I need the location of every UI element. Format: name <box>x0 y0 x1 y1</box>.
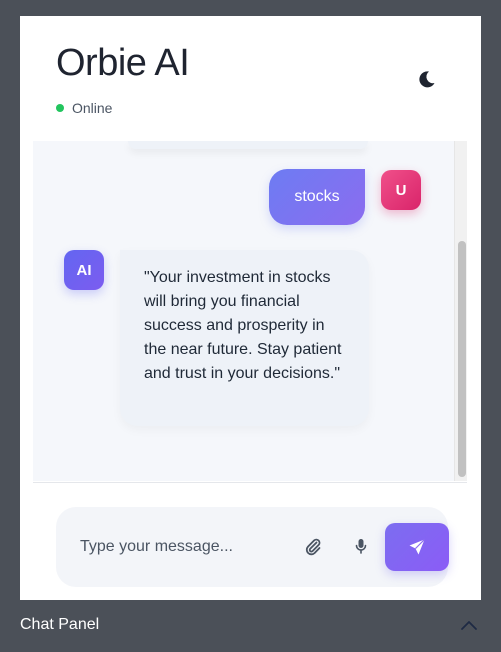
moon-icon[interactable] <box>414 67 438 91</box>
online-dot-icon <box>56 104 64 112</box>
ai-message-bubble: "Your investment in stocks will bring yo… <box>120 250 369 426</box>
message-list[interactable]: stocks U AI "Your investment in stocks w… <box>33 141 467 481</box>
message-scrollbar[interactable] <box>454 141 467 481</box>
status-indicator: Online <box>56 100 112 116</box>
ai-message-text: "Your investment in stocks will bring yo… <box>144 269 342 382</box>
previous-message-bubble <box>128 141 368 149</box>
microphone-icon[interactable] <box>351 536 371 556</box>
send-icon <box>409 539 425 555</box>
user-message-bubble: stocks <box>269 169 365 225</box>
message-input[interactable] <box>80 535 280 559</box>
chat-header: Orbie AI Online <box>20 16 481 141</box>
user-message-text: stocks <box>294 188 340 205</box>
message-composer <box>56 507 449 587</box>
ai-avatar: AI <box>64 250 104 290</box>
chat-window: Orbie AI Online stocks U AI "Your invest… <box>20 16 481 600</box>
scrollbar-thumb[interactable] <box>458 241 466 477</box>
app-title: Orbie AI <box>56 42 190 84</box>
send-button[interactable] <box>385 523 449 571</box>
chat-panel-bar[interactable]: Chat Panel <box>0 600 501 652</box>
user-avatar: U <box>381 170 421 210</box>
chevron-up-icon[interactable] <box>459 618 479 632</box>
paperclip-icon[interactable] <box>303 536 323 556</box>
status-text: Online <box>72 100 113 116</box>
composer-area <box>33 482 467 600</box>
chat-panel-label: Chat Panel <box>20 616 100 633</box>
